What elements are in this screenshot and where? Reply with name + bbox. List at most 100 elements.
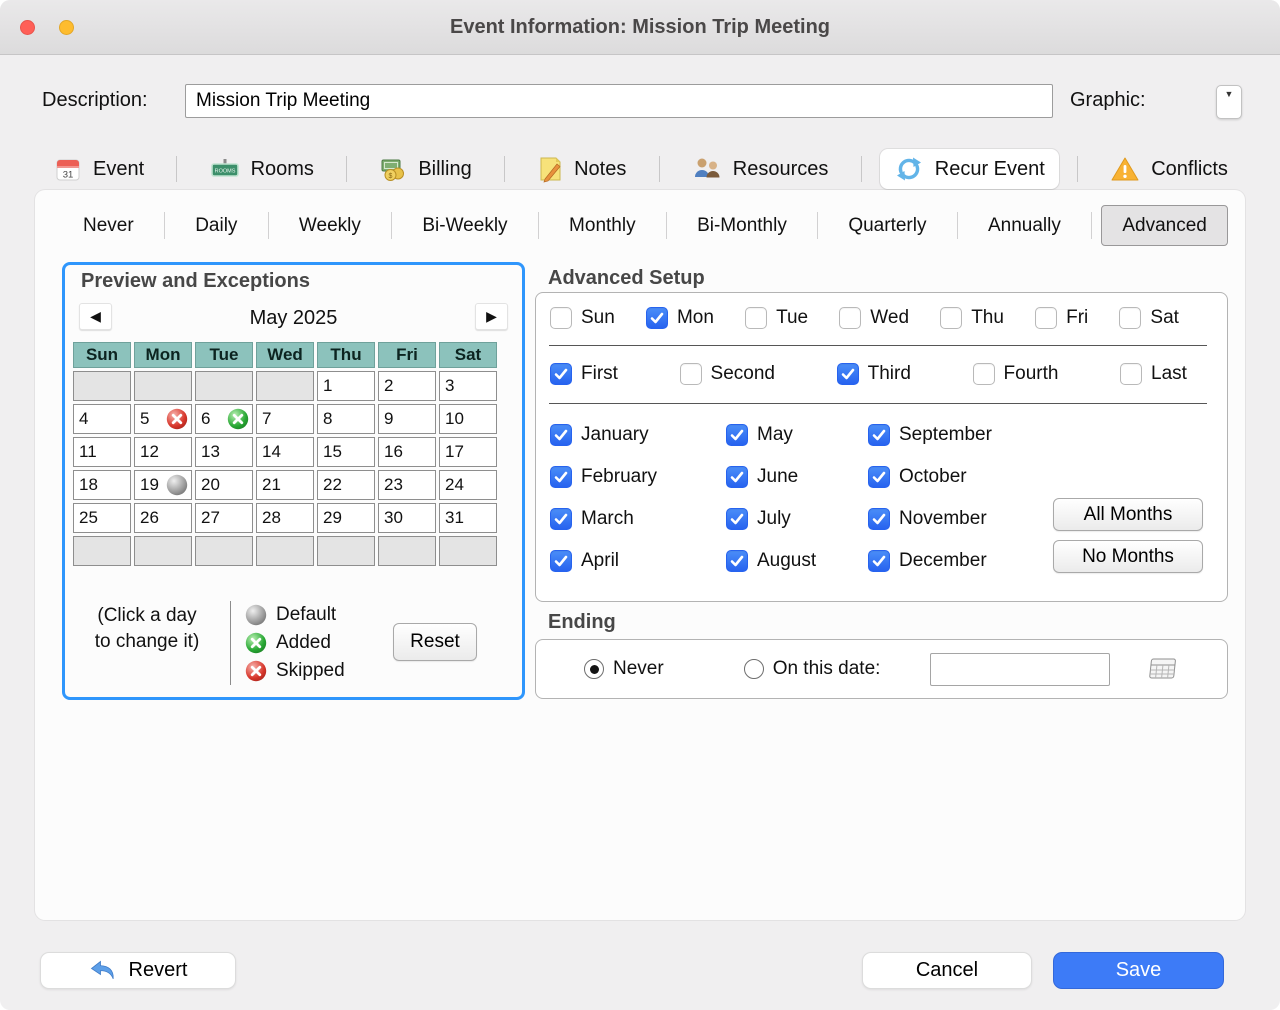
calendar-day-25[interactable]: 25: [73, 503, 131, 533]
calendar-day-15[interactable]: 15: [317, 437, 375, 467]
recurrence-tab-monthly[interactable]: Monthly: [548, 205, 657, 246]
ending-date-input[interactable]: [930, 653, 1110, 686]
calendar-day-16[interactable]: 16: [378, 437, 436, 467]
check-item-fri[interactable]: Fri: [1035, 307, 1088, 329]
calendar-day-30[interactable]: 30: [378, 503, 436, 533]
calendar-day-18[interactable]: 18: [73, 470, 131, 500]
check-item-august[interactable]: August: [726, 546, 816, 576]
tab-billing[interactable]: $Billing: [365, 149, 485, 189]
checkbox-sun[interactable]: [550, 307, 572, 329]
checkbox-october[interactable]: [868, 466, 890, 488]
calendar-day-12[interactable]: 12: [134, 437, 192, 467]
check-item-july[interactable]: July: [726, 504, 816, 534]
ending-option-never[interactable]: Never: [584, 658, 664, 680]
checkbox-june[interactable]: [726, 466, 748, 488]
checkbox-thu[interactable]: [940, 307, 962, 329]
check-item-november[interactable]: November: [868, 504, 992, 534]
minimize-button[interactable]: [59, 20, 74, 35]
check-item-june[interactable]: June: [726, 462, 816, 492]
calendar-day-7[interactable]: 7: [256, 404, 314, 434]
checkbox-last[interactable]: [1120, 363, 1142, 385]
check-item-last[interactable]: Last: [1120, 363, 1187, 385]
recurrence-tab-daily[interactable]: Daily: [174, 205, 258, 246]
checkbox-mon[interactable]: [646, 307, 668, 329]
calendar-day-1[interactable]: 1: [317, 371, 375, 401]
checkbox-september[interactable]: [868, 424, 890, 446]
check-item-february[interactable]: February: [550, 462, 657, 492]
checkbox-february[interactable]: [550, 466, 572, 488]
calendar-day-10[interactable]: 10: [439, 404, 497, 434]
date-picker-icon[interactable]: [1146, 655, 1178, 683]
graphic-dropdown[interactable]: ▼: [1216, 85, 1242, 119]
calendar-day-13[interactable]: 13: [195, 437, 253, 467]
check-item-january[interactable]: January: [550, 420, 657, 450]
check-item-april[interactable]: April: [550, 546, 657, 576]
revert-button[interactable]: Revert: [40, 952, 236, 989]
description-input[interactable]: [185, 84, 1053, 118]
calendar-day-8[interactable]: 8: [317, 404, 375, 434]
radio-on-this-date[interactable]: [744, 659, 764, 679]
calendar-day-26[interactable]: 26: [134, 503, 192, 533]
calendar-day-14[interactable]: 14: [256, 437, 314, 467]
calendar-day-29[interactable]: 29: [317, 503, 375, 533]
checkbox-first[interactable]: [550, 363, 572, 385]
calendar-day-2[interactable]: 2: [378, 371, 436, 401]
checkbox-may[interactable]: [726, 424, 748, 446]
check-item-thu[interactable]: Thu: [940, 307, 1004, 329]
checkbox-august[interactable]: [726, 550, 748, 572]
recurrence-tab-advanced[interactable]: Advanced: [1101, 205, 1228, 246]
check-item-tue[interactable]: Tue: [745, 307, 808, 329]
calendar-day-6[interactable]: 6: [195, 404, 253, 434]
radio-never[interactable]: [584, 659, 604, 679]
check-item-wed[interactable]: Wed: [839, 307, 909, 329]
check-item-mon[interactable]: Mon: [646, 307, 714, 329]
no-months-button[interactable]: No Months: [1053, 540, 1203, 573]
checkbox-tue[interactable]: [745, 307, 767, 329]
check-item-march[interactable]: March: [550, 504, 657, 534]
tab-rooms[interactable]: ROOMSRooms: [196, 149, 328, 189]
close-button[interactable]: [20, 20, 35, 35]
recurrence-tab-bi-monthly[interactable]: Bi-Monthly: [676, 205, 808, 246]
calendar-next-month-button[interactable]: ▶: [475, 303, 508, 330]
tab-conflicts[interactable]: Conflicts: [1096, 149, 1242, 189]
checkbox-march[interactable]: [550, 508, 572, 530]
checkbox-november[interactable]: [868, 508, 890, 530]
calendar-day-9[interactable]: 9: [378, 404, 436, 434]
calendar-day-17[interactable]: 17: [439, 437, 497, 467]
checkbox-december[interactable]: [868, 550, 890, 572]
calendar-day-11[interactable]: 11: [73, 437, 131, 467]
checkbox-january[interactable]: [550, 424, 572, 446]
calendar-day-23[interactable]: 23: [378, 470, 436, 500]
recurrence-tab-weekly[interactable]: Weekly: [278, 205, 382, 246]
save-button[interactable]: Save: [1053, 952, 1224, 989]
recurrence-tab-annually[interactable]: Annually: [967, 205, 1082, 246]
calendar-day-28[interactable]: 28: [256, 503, 314, 533]
check-item-may[interactable]: May: [726, 420, 816, 450]
calendar-day-3[interactable]: 3: [439, 371, 497, 401]
ending-option-on-this-date[interactable]: On this date:: [744, 658, 881, 680]
checkbox-july[interactable]: [726, 508, 748, 530]
checkbox-sat[interactable]: [1119, 307, 1141, 329]
check-item-third[interactable]: Third: [837, 363, 911, 385]
check-item-december[interactable]: December: [868, 546, 992, 576]
checkbox-april[interactable]: [550, 550, 572, 572]
recurrence-tab-bi-weekly[interactable]: Bi-Weekly: [401, 205, 528, 246]
checkbox-fri[interactable]: [1035, 307, 1057, 329]
tab-resources[interactable]: Resources: [678, 149, 843, 189]
checkbox-second[interactable]: [680, 363, 702, 385]
tab-event[interactable]: 31Event: [40, 149, 158, 189]
checkbox-wed[interactable]: [839, 307, 861, 329]
check-item-sun[interactable]: Sun: [550, 307, 615, 329]
calendar-day-31[interactable]: 31: [439, 503, 497, 533]
tab-recur-event[interactable]: Recur Event: [880, 149, 1059, 189]
calendar-day-19[interactable]: 19: [134, 470, 192, 500]
checkbox-third[interactable]: [837, 363, 859, 385]
tab-notes[interactable]: Notes: [523, 149, 640, 189]
checkbox-fourth[interactable]: [973, 363, 995, 385]
calendar-day-20[interactable]: 20: [195, 470, 253, 500]
calendar-day-24[interactable]: 24: [439, 470, 497, 500]
cancel-button[interactable]: Cancel: [862, 952, 1032, 989]
reset-button[interactable]: Reset: [393, 623, 477, 661]
recurrence-tab-never[interactable]: Never: [62, 205, 155, 246]
calendar-day-5[interactable]: 5: [134, 404, 192, 434]
